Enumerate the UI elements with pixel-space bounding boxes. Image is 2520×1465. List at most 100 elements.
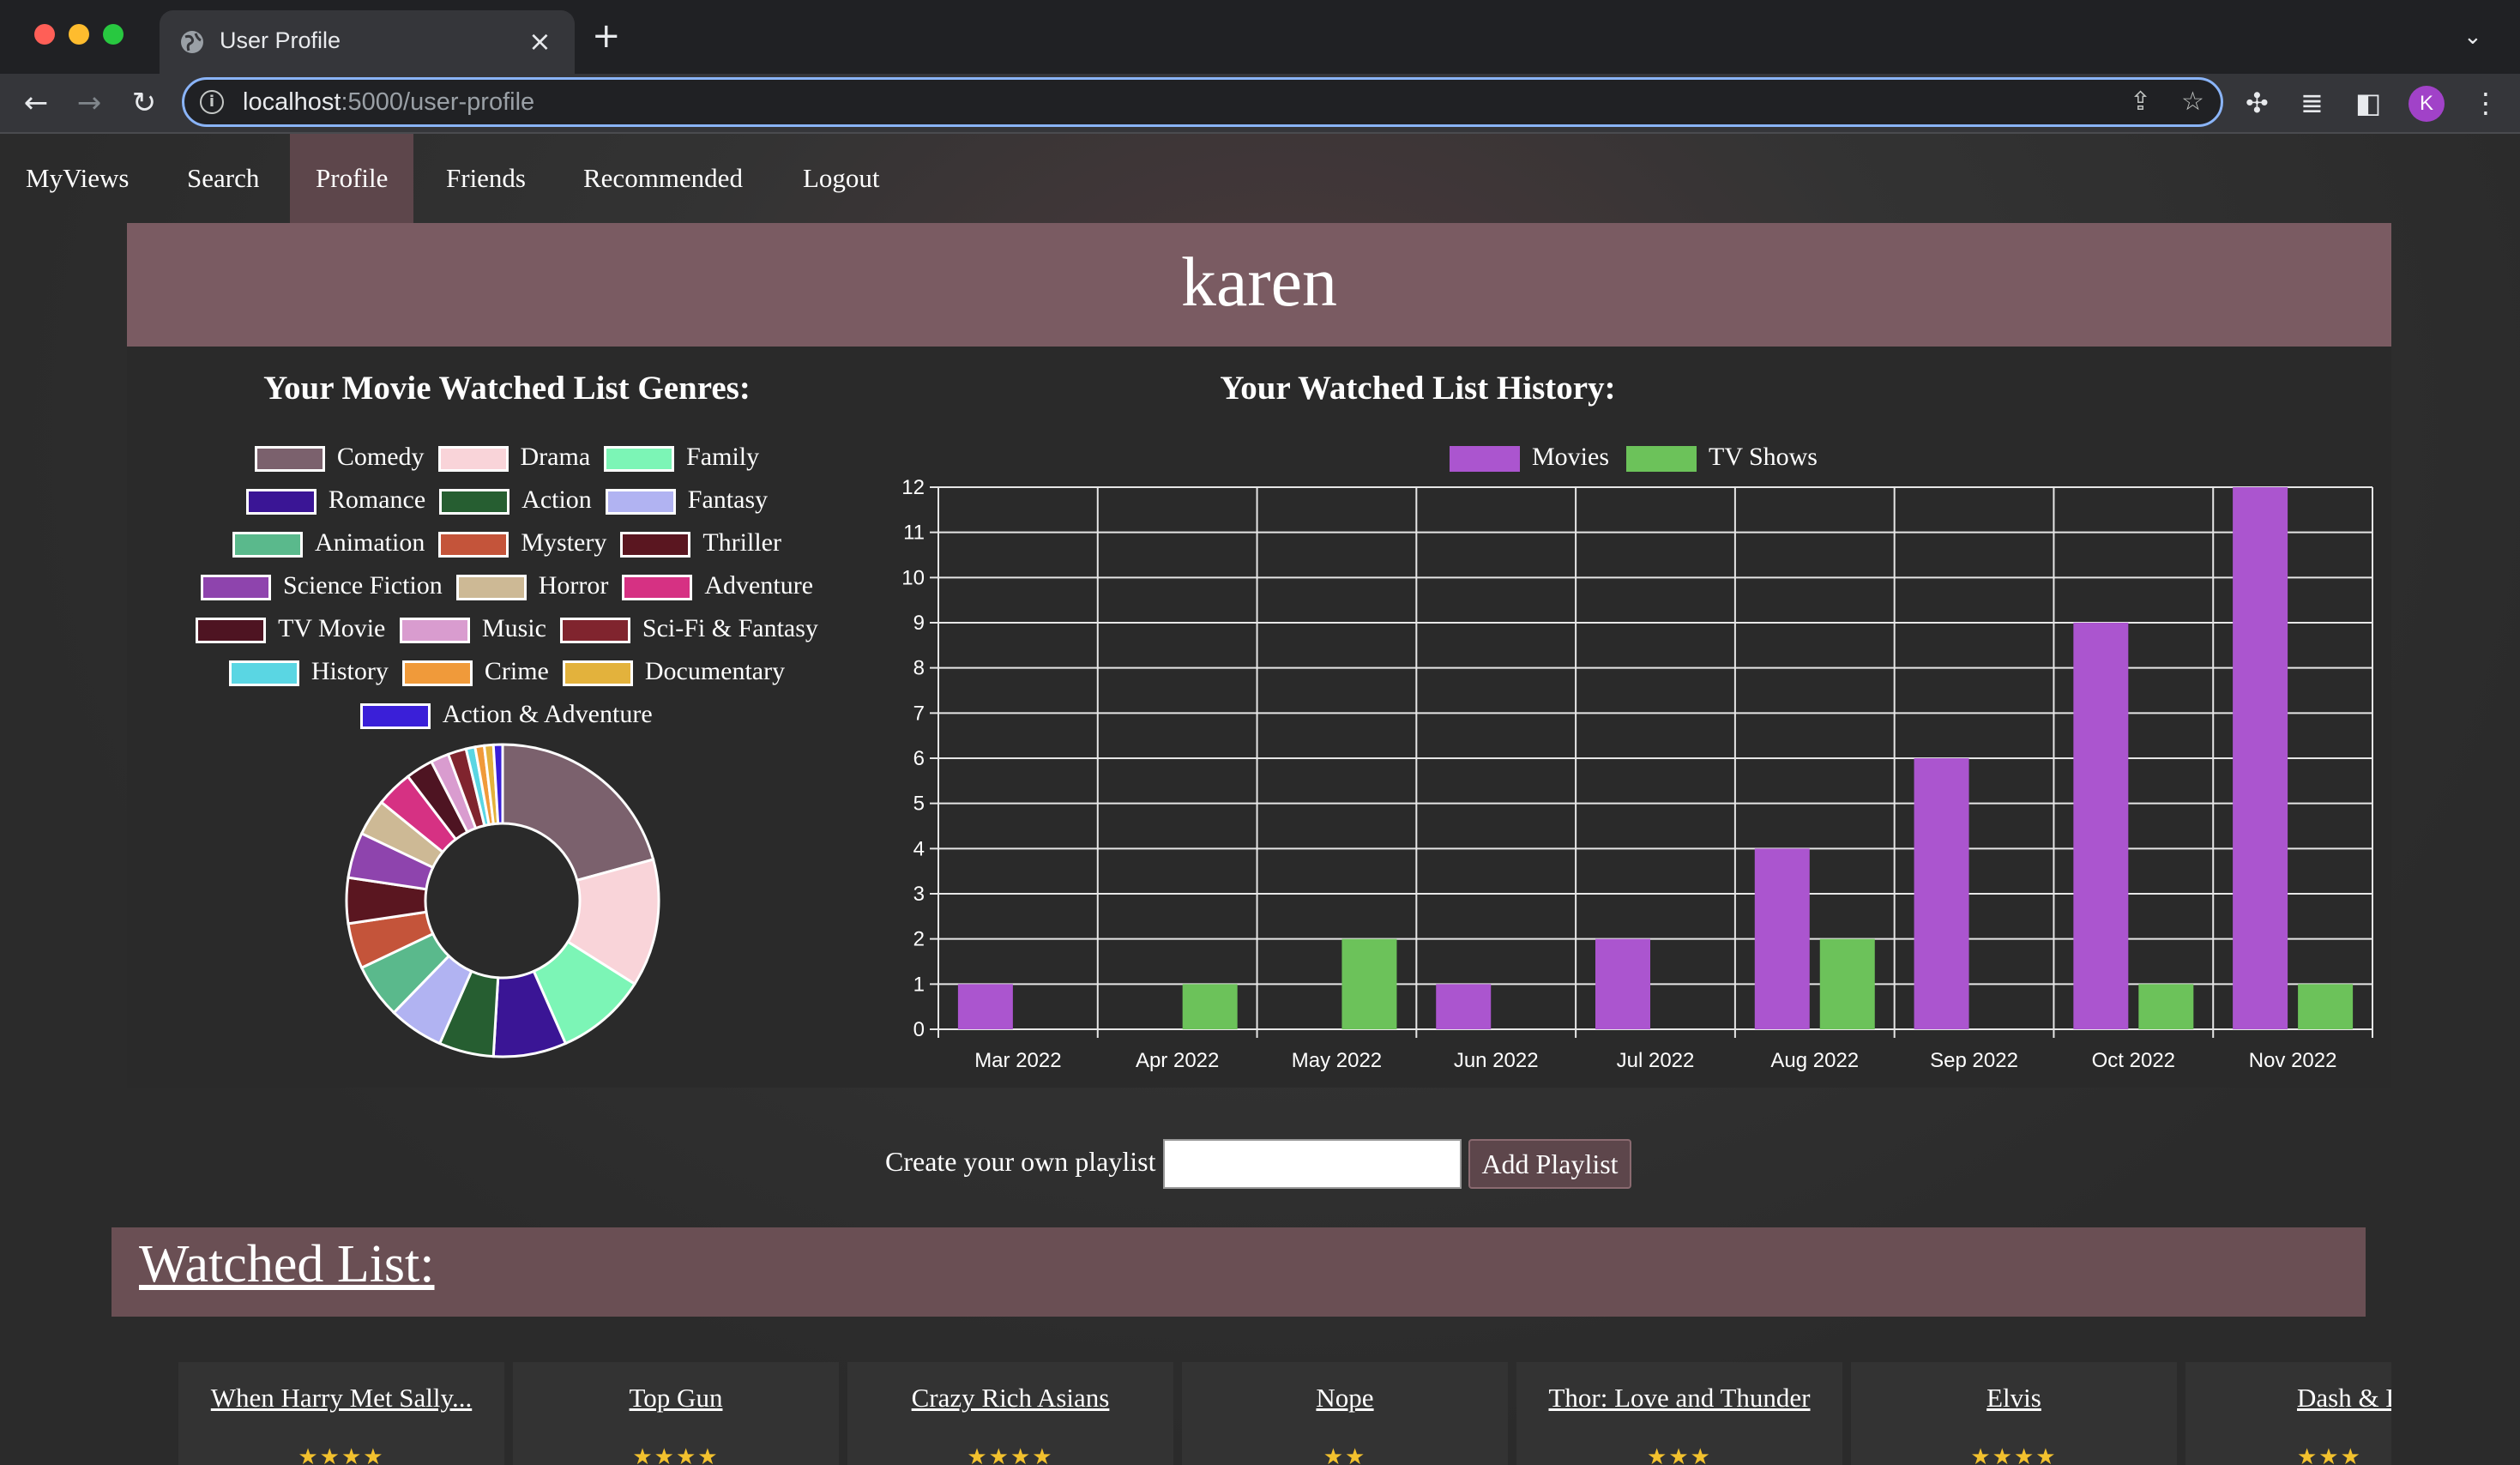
watched-card[interactable]: Crazy Rich Asians ★★★★ <box>847 1362 1173 1465</box>
history-chart-title: Your Watched List History: <box>1220 370 1616 407</box>
legend-swatch <box>401 660 473 686</box>
tab-search-chevron-icon[interactable]: ⌄ <box>2463 24 2482 50</box>
history-bar-chart: 0123456789101112Mar 2022 Apr 2022 May 2022… <box>901 476 2373 1072</box>
bar-movies[interactable] <box>1595 938 1650 1029</box>
legend-swatch <box>232 532 304 558</box>
y-tick-label: 11 <box>903 521 925 545</box>
rating-stars: ★★ <box>1323 1444 1367 1465</box>
bar-movies[interactable] <box>1914 758 1969 1029</box>
nav-logout[interactable]: Logout <box>777 134 906 223</box>
watched-list-header: Watched List: <box>112 1227 2366 1317</box>
bar-movies[interactable] <box>1754 848 1810 1029</box>
nav-recommended[interactable]: Recommended <box>558 134 769 223</box>
legend-label: Crime <box>484 657 549 685</box>
x-tick-label: Mar 2022 <box>974 1049 1061 1072</box>
legend-label: Science Fiction <box>282 571 443 600</box>
watched-card-title[interactable]: Crazy Rich Asians <box>847 1383 1173 1414</box>
watched-list-cards: When Harry Met Sally... ★★★★ Top Gun ★★★… <box>178 1362 2391 1465</box>
profile-panel: karen Your Movie Watched List Genres: Co… <box>127 223 2391 1088</box>
username-heading: karen <box>1180 243 1338 321</box>
nav-search[interactable]: Search <box>161 134 285 223</box>
y-tick-label: 4 <box>913 837 925 860</box>
kebab-menu-icon[interactable]: ⋮ <box>2472 86 2499 120</box>
new-tab-icon[interactable]: + <box>592 19 621 53</box>
legend-swatch <box>604 446 675 472</box>
watched-card-title[interactable]: Dash & L <box>2185 1383 2391 1414</box>
legend-swatch <box>605 489 676 515</box>
watched-card[interactable]: Dash & L ★★★ <box>2185 1362 2391 1465</box>
legend-label: Comedy <box>336 443 425 471</box>
legend-swatch <box>559 618 630 643</box>
x-tick-label: May 2022 <box>1292 1049 1382 1072</box>
watched-card-title[interactable]: Nope <box>1182 1383 1508 1414</box>
bookmark-star-icon[interactable]: ☆ <box>2181 87 2204 117</box>
bar-tv-shows[interactable] <box>2298 984 2354 1029</box>
watched-card-title[interactable]: When Harry Met Sally... <box>178 1383 504 1414</box>
donut-slice[interactable] <box>501 743 655 883</box>
back-arrow-icon[interactable]: ← <box>17 84 55 122</box>
media-control-icon[interactable]: ≣ <box>2300 86 2324 120</box>
playlist-name-input[interactable] <box>1163 1139 1462 1189</box>
legend-label: Fantasy <box>687 485 769 514</box>
genres-chart-title: Your Movie Watched List Genres: <box>263 370 751 407</box>
x-tick-label: Nov 2022 <box>2249 1049 2337 1072</box>
bar-movies[interactable] <box>1436 984 1492 1029</box>
bar-tv-shows[interactable] <box>1819 938 1875 1029</box>
y-tick-label: 10 <box>901 566 925 589</box>
legend-label: Action <box>521 485 592 514</box>
side-panel-icon[interactable]: ◧ <box>2355 86 2381 120</box>
close-tab-icon[interactable]: × <box>528 24 552 58</box>
site-info-icon[interactable]: i <box>200 90 224 114</box>
legend-label: Sci-Fi & Fantasy <box>642 614 818 642</box>
x-tick-label: Sep 2022 <box>1930 1049 2018 1072</box>
minimize-window-button[interactable] <box>69 24 89 45</box>
legend-swatch <box>196 618 267 643</box>
bar-movies[interactable] <box>2073 623 2129 1029</box>
watched-list-title[interactable]: Watched List: <box>139 1234 435 1295</box>
profile-header: karen <box>127 223 2391 347</box>
legend-label: Drama <box>520 443 591 471</box>
nav-myviews[interactable]: MyViews <box>0 134 154 223</box>
legend-swatch <box>399 618 470 643</box>
share-icon[interactable]: ⇪ <box>2130 87 2151 117</box>
watched-card-title[interactable]: Thor: Love and Thunder <box>1516 1383 1842 1414</box>
bar-movies[interactable] <box>957 984 1013 1029</box>
bar-tv-shows[interactable] <box>1182 984 1238 1029</box>
bar-movies[interactable] <box>2233 487 2288 1029</box>
watched-card-title[interactable]: Top Gun <box>513 1383 839 1414</box>
nav-profile[interactable]: Profile <box>290 134 414 223</box>
watched-card[interactable]: Nope ★★ <box>1182 1362 1508 1465</box>
forward-arrow-icon[interactable]: → <box>70 84 108 122</box>
watched-card-title[interactable]: Elvis <box>1851 1383 2177 1414</box>
x-tick-label: Oct 2022 <box>2092 1049 2175 1072</box>
y-tick-label: 3 <box>913 883 925 906</box>
profile-avatar[interactable]: K <box>2408 86 2445 122</box>
bar-tv-shows[interactable] <box>2138 984 2194 1029</box>
rating-stars: ★★★★ <box>632 1444 720 1465</box>
close-window-button[interactable] <box>34 24 55 45</box>
page-content: MyViews Search Profile Friends Recommend… <box>0 134 2520 1465</box>
watched-card[interactable]: Elvis ★★★★ <box>1851 1362 2177 1465</box>
url-text: localhost:5000/user-profile <box>243 88 535 116</box>
y-tick-label: 9 <box>913 612 925 635</box>
legend-swatch <box>1626 446 1697 472</box>
watched-card[interactable]: Top Gun ★★★★ <box>513 1362 839 1465</box>
reload-icon[interactable]: ↻ <box>125 84 163 122</box>
nav-friends[interactable]: Friends <box>420 134 552 223</box>
maximize-window-button[interactable] <box>103 24 124 45</box>
legend-label: Mystery <box>521 528 607 557</box>
rating-stars: ★★★★ <box>967 1444 1054 1465</box>
add-playlist-button[interactable]: Add Playlist <box>1468 1139 1631 1189</box>
watched-card[interactable]: Thor: Love and Thunder ★★★ <box>1516 1362 1842 1465</box>
address-bar[interactable]: i localhost:5000/user-profile ⇪ ☆ <box>182 77 2223 127</box>
y-tick-label: 7 <box>913 702 925 725</box>
x-tick-label: Jul 2022 <box>1617 1049 1695 1072</box>
legend-swatch <box>622 575 693 600</box>
rating-stars: ★★★ <box>1647 1444 1712 1465</box>
rating-stars: ★★★ <box>2297 1444 2362 1465</box>
bar-tv-shows[interactable] <box>1341 938 1397 1029</box>
extensions-puzzle-icon[interactable]: ✣ <box>2246 86 2269 120</box>
browser-tab-active[interactable]: User Profile × <box>160 10 575 74</box>
rating-stars: ★★★★ <box>298 1444 385 1465</box>
watched-card[interactable]: When Harry Met Sally... ★★★★ <box>178 1362 504 1465</box>
